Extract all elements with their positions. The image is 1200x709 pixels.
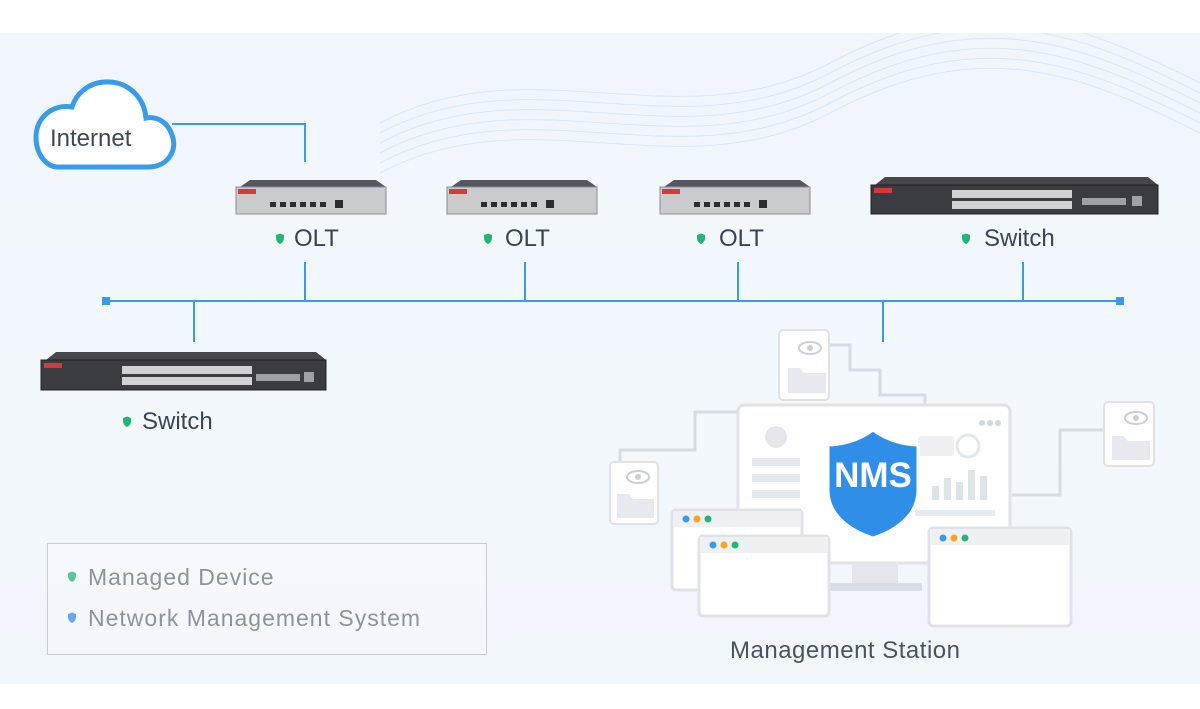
olt-device-1 bbox=[235, 180, 387, 215]
switch-device-bottom bbox=[40, 352, 327, 391]
olt-device-3 bbox=[659, 180, 811, 215]
switch-label-top: Switch bbox=[984, 225, 1055, 253]
legend-managed-device-text: Managed Device bbox=[88, 564, 275, 590]
nms-label: NMS bbox=[834, 456, 912, 495]
management-station-label: Management Station bbox=[730, 637, 961, 664]
legend-nms: Network Management System bbox=[88, 605, 421, 632]
folder-eye-icon bbox=[1103, 401, 1155, 467]
folder-eye-icon bbox=[778, 329, 830, 401]
internet-label: Internet bbox=[50, 125, 132, 152]
switch-label-top-text: Switch bbox=[984, 225, 1055, 252]
olt-label-3: OLT bbox=[719, 225, 764, 253]
olt-label-1: OLT bbox=[294, 225, 339, 253]
olt-label-2-text: OLT bbox=[505, 225, 550, 252]
legend-box: Managed Device Network Management System bbox=[47, 543, 487, 655]
switch-label-bottom: Switch bbox=[142, 408, 213, 436]
legend-nms-text: Network Management System bbox=[88, 605, 422, 631]
legend-managed-device: Managed Device bbox=[88, 564, 275, 591]
olt-label-2: OLT bbox=[505, 225, 550, 253]
switch-device-top bbox=[870, 177, 1159, 215]
olt-label-1-text: OLT bbox=[294, 225, 339, 252]
switch-label-bottom-text: Switch bbox=[142, 408, 213, 435]
olt-label-3-text: OLT bbox=[719, 225, 764, 252]
folder-eye-icon bbox=[609, 461, 659, 525]
olt-device-2 bbox=[446, 180, 598, 215]
